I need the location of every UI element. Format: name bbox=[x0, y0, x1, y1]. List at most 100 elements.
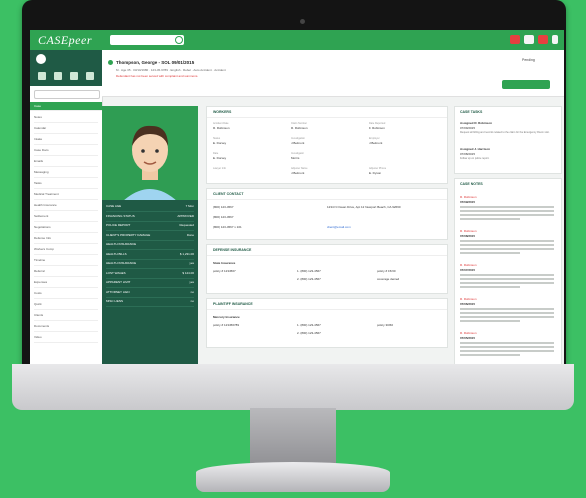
alert-text: Defendant has not been served with compl… bbox=[116, 74, 199, 78]
defense-phone-1[interactable]: 1. (800) 123-4567 bbox=[297, 269, 321, 273]
client-portrait-icon bbox=[102, 106, 198, 202]
search-icon[interactable] bbox=[175, 36, 183, 44]
note-text-line bbox=[460, 312, 554, 314]
plaintiff-company: Mercury Insurance bbox=[213, 315, 240, 319]
sidebar-item[interactable]: Notes bbox=[34, 113, 98, 123]
sidebar-item[interactable]: Case bbox=[30, 102, 102, 111]
main-content: Thompson, George - SOL 09/01/2015 M · Ag… bbox=[102, 50, 564, 364]
sidebar-item[interactable]: Settlement bbox=[34, 212, 98, 222]
note-date: 07/07/2015 bbox=[460, 268, 476, 272]
case-header: Thompson, George - SOL 09/01/2015 M · Ag… bbox=[102, 50, 564, 97]
sidebar-item[interactable]: Clients bbox=[34, 311, 98, 321]
monitor-chin bbox=[12, 364, 574, 410]
sidebar-item[interactable]: Expenses bbox=[34, 278, 98, 288]
sidebar-item[interactable]: Video bbox=[34, 333, 98, 343]
note-text-line bbox=[460, 316, 554, 318]
case-notes-panel: CASE NOTES R. Robinson 07/09/2015 R. Robin… bbox=[454, 178, 562, 364]
field-value: J.Belmont bbox=[369, 141, 383, 145]
note-text-line bbox=[460, 308, 554, 310]
task-text: Request all billing and records related … bbox=[460, 131, 550, 134]
sidebar-item[interactable]: Case Docs bbox=[34, 146, 98, 156]
note-text-line bbox=[460, 274, 554, 276]
plaintiff-limits: policy 30/60 bbox=[377, 323, 394, 327]
note-author: R. Robinson bbox=[460, 229, 477, 233]
note-text-line bbox=[460, 350, 554, 352]
card-title: PLAINTIFF INSURANCE bbox=[213, 302, 253, 306]
field-value: E. Dyson bbox=[369, 171, 382, 175]
sidebar-item[interactable]: Emails bbox=[34, 157, 98, 167]
cell-phone[interactable]: (800) 123-4567 bbox=[213, 205, 234, 209]
alert-icon[interactable] bbox=[510, 35, 520, 44]
fact-value: yes bbox=[189, 280, 194, 284]
fact-label: ATTORNEY LIEN bbox=[106, 289, 130, 294]
sidebar-item[interactable]: Referral bbox=[34, 267, 98, 277]
sidebar-item[interactable]: Costs bbox=[34, 289, 98, 299]
client-address: 1234 N Ocean Drive, Apt 12 Newport Beach… bbox=[327, 205, 401, 209]
field-label: Date bbox=[213, 152, 219, 155]
card-title: CLIENT CONTACT bbox=[213, 192, 244, 196]
note-text-line bbox=[460, 282, 554, 284]
sidebar-item[interactable]: Documents bbox=[34, 322, 98, 332]
note-text-line bbox=[460, 286, 520, 288]
fact-row: ATTORNEY LIEN no bbox=[106, 288, 194, 298]
field-label: Employer bbox=[369, 137, 380, 140]
card-title: WORKERS bbox=[213, 110, 232, 114]
field-label: Adjuster Name bbox=[291, 167, 308, 170]
note-text-line bbox=[460, 218, 520, 220]
monitor-stand-neck bbox=[250, 408, 336, 468]
note-author: R. Robinson bbox=[460, 263, 477, 267]
field-label: Accident Date bbox=[213, 122, 229, 125]
inbox-icon[interactable] bbox=[86, 72, 94, 80]
global-search-input[interactable] bbox=[110, 35, 184, 45]
sidebar-header bbox=[30, 50, 102, 86]
user-menu-icon[interactable] bbox=[552, 35, 558, 44]
status-dropdown[interactable]: Pending bbox=[522, 58, 535, 62]
client-email-link[interactable]: client@email.com bbox=[327, 225, 351, 229]
sidebar-search-input[interactable] bbox=[34, 90, 100, 99]
avatar[interactable] bbox=[36, 54, 46, 64]
client-photo bbox=[102, 106, 198, 202]
sidebar-item[interactable]: Negotiations bbox=[34, 223, 98, 233]
fact-label: MISC LIENS bbox=[106, 299, 124, 303]
home-icon[interactable] bbox=[38, 72, 46, 80]
work-phone[interactable]: (800) 123-4567 x 101 bbox=[213, 225, 242, 229]
note-author: R. Robinson bbox=[460, 195, 477, 199]
sidebar-item[interactable]: Medical Treatment bbox=[34, 190, 98, 200]
fact-value: $ 124.00 bbox=[182, 270, 194, 275]
notification-icon[interactable] bbox=[524, 35, 534, 44]
defense-phone-2[interactable]: 2. (800) 123-4567 bbox=[297, 277, 321, 281]
sidebar-item[interactable]: Calendar bbox=[34, 124, 98, 134]
note-text-line bbox=[460, 240, 554, 242]
calendar-icon[interactable] bbox=[70, 72, 78, 80]
case-icon[interactable] bbox=[54, 72, 62, 80]
note-text-line bbox=[460, 252, 520, 254]
defense-coverage: coverage denied bbox=[377, 277, 400, 281]
save-button[interactable] bbox=[502, 80, 550, 89]
home-phone[interactable]: (800) 123-4567 bbox=[213, 215, 234, 219]
sidebar-item[interactable]: Messaging bbox=[34, 168, 98, 178]
fact-row: CASE AGE 7 Mon bbox=[106, 202, 194, 212]
app-logo[interactable]: CASEpeer bbox=[38, 33, 92, 48]
note-text-line bbox=[460, 278, 554, 280]
sidebar-item[interactable]: Health Insurance bbox=[34, 201, 98, 211]
note-text-line bbox=[460, 346, 554, 348]
message-icon[interactable] bbox=[538, 35, 548, 44]
note-date: 07/09/2015 bbox=[460, 200, 476, 204]
plaintiff-phone-2[interactable]: 2. (800) 123-4567 bbox=[297, 331, 321, 335]
fact-value: APPROVED bbox=[177, 213, 194, 218]
note-text-line bbox=[460, 244, 554, 246]
sidebar-item[interactable]: Tasks bbox=[34, 179, 98, 189]
field-label: Status bbox=[213, 137, 221, 140]
field-value: J.Belmont bbox=[291, 171, 305, 175]
note-date: 07/06/2015 bbox=[460, 302, 476, 306]
field-label: Lawyer Info bbox=[213, 167, 226, 170]
sidebar-item[interactable]: Workers Comp bbox=[34, 245, 98, 255]
plaintiff-phone-1[interactable]: 1. (800) 123-4567 bbox=[297, 323, 321, 327]
sidebar-item[interactable]: Intake bbox=[34, 135, 98, 145]
sidebar-item[interactable]: Quick bbox=[34, 300, 98, 310]
fact-label: FINANCING STATUS bbox=[106, 213, 135, 218]
note-author: R. Robinson bbox=[460, 331, 477, 335]
defense-limits: policy # 15/30 bbox=[377, 269, 396, 273]
sidebar-item[interactable]: Defense Info bbox=[34, 234, 98, 244]
sidebar-item[interactable]: Timeline bbox=[34, 256, 98, 266]
